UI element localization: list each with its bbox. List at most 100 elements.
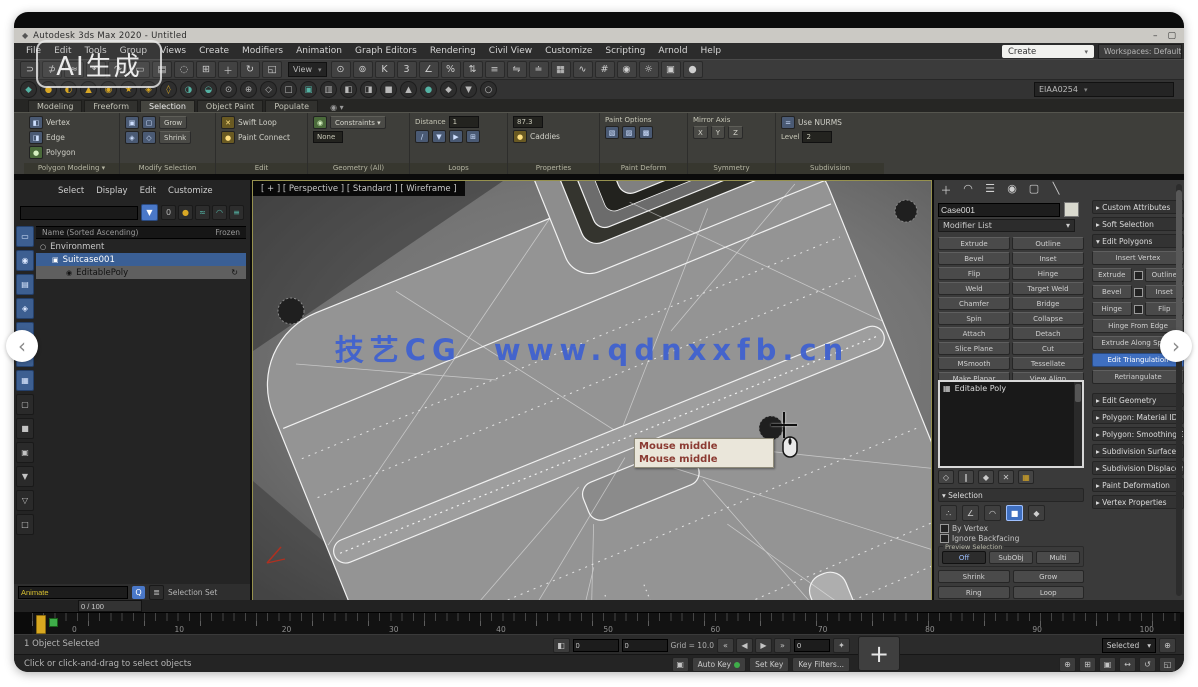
distance-field[interactable]: 1 xyxy=(449,116,479,128)
layer-explorer-icon[interactable]: ▦ xyxy=(551,61,571,78)
tool-button[interactable]: Bevel xyxy=(938,252,1010,265)
menu-item[interactable]: Create xyxy=(199,46,229,56)
ribbon-tab[interactable]: Populate xyxy=(265,100,318,112)
explorer-menu-item[interactable]: Customize xyxy=(168,186,213,196)
paint-connect-icon[interactable]: ● xyxy=(221,131,235,144)
polygon-mode-icon[interactable]: ● xyxy=(29,146,43,159)
menu-item[interactable]: Views xyxy=(160,46,186,56)
spinner-snap-icon[interactable]: ⇅ xyxy=(463,61,483,78)
vertex-icon[interactable]: ∴ xyxy=(940,505,957,521)
workspaces-dropdown[interactable]: Workspaces: Default xyxy=(1098,44,1182,59)
ribbon-minimize-icon[interactable]: ◉ ▾ xyxy=(330,103,344,112)
settings-checkbox[interactable] xyxy=(1134,271,1143,280)
explorer-tool-icon[interactable]: ▢ xyxy=(16,394,34,415)
edit-poly-button[interactable]: Extrude xyxy=(1092,268,1132,282)
ribbon-label[interactable]: Edge xyxy=(46,133,65,142)
slice-icon[interactable]: / xyxy=(415,130,429,143)
select-and-rotate-icon[interactable]: ↻ xyxy=(240,61,260,78)
toolbar-icon[interactable]: ◆ xyxy=(440,81,457,98)
explorer-menu-item[interactable]: Display xyxy=(96,186,127,196)
previous-frame-icon[interactable]: ◀ xyxy=(736,638,753,653)
viewport-label[interactable]: [ + ] [ Perspective ] [ Standard ] [ Wir… xyxy=(253,181,465,196)
flow-icon[interactable]: ▼ xyxy=(432,130,446,143)
panel-scrollbar[interactable] xyxy=(1176,184,1182,596)
toolbar-icon[interactable]: ⊙ xyxy=(220,81,237,98)
coordinate-field-y[interactable] xyxy=(622,639,668,652)
toolbar-icon[interactable]: ■ xyxy=(380,81,397,98)
rollout-header[interactable]: ▸ Custom Attributes xyxy=(1092,200,1184,214)
explorer-tool-icon[interactable]: ▣ xyxy=(16,442,34,463)
ribbon-label[interactable]: Vertex xyxy=(46,118,70,127)
paint-push-icon[interactable]: ▧ xyxy=(605,126,619,139)
curve-editor-icon[interactable]: ∿ xyxy=(573,61,593,78)
make-unique-icon[interactable]: ◆ xyxy=(978,470,994,484)
toolbar-icon[interactable]: ⊕ xyxy=(240,81,257,98)
selection-button[interactable]: Loop xyxy=(1013,586,1085,599)
settings-checkbox[interactable] xyxy=(1134,305,1143,314)
auto-key-button[interactable]: Auto Key xyxy=(692,657,746,672)
tool-button[interactable]: Outline xyxy=(1012,237,1084,250)
tool-button[interactable]: Weld xyxy=(938,282,1010,295)
tool-button[interactable]: Hinge xyxy=(1012,267,1084,280)
snap-toggle-icon[interactable]: 3 xyxy=(397,61,417,78)
carousel-next-button[interactable]: › xyxy=(1160,330,1192,362)
explorer-tool-icon[interactable]: ▼ xyxy=(16,466,34,487)
rollout-header[interactable]: ▸ Vertex Properties xyxy=(1092,495,1184,509)
tool-button[interactable]: Detach xyxy=(1012,327,1084,340)
tool-button[interactable]: Flip xyxy=(938,267,1010,280)
edit-poly-button[interactable]: Bevel xyxy=(1092,285,1132,299)
render-icon[interactable]: ● xyxy=(683,61,703,78)
list-item[interactable]: ◉ EditablePoly ↻ xyxy=(36,266,246,279)
preview-option-button[interactable]: Off xyxy=(942,551,986,564)
zoom-extents-icon[interactable]: ▣ xyxy=(1099,657,1116,672)
paint-relax-icon[interactable]: ▨ xyxy=(622,126,636,139)
pin-stack-icon[interactable]: ◇ xyxy=(938,470,954,484)
paint-revert-icon[interactable]: ▩ xyxy=(639,126,653,139)
settings-checkbox[interactable] xyxy=(1134,288,1143,297)
menu-item[interactable]: Help xyxy=(701,46,722,56)
select-and-move-icon[interactable]: ＋ xyxy=(218,61,238,78)
checkbox[interactable] xyxy=(940,534,949,543)
mini-listener-field[interactable] xyxy=(18,586,128,599)
carousel-prev-button[interactable]: ‹ xyxy=(6,330,38,362)
zoom-icon[interactable]: ⊕ xyxy=(1059,657,1076,672)
object-color-swatch[interactable] xyxy=(1064,202,1079,217)
mirror-z-button[interactable]: Z xyxy=(728,126,743,139)
insert-icon[interactable]: ▶ xyxy=(449,130,463,143)
loop-icon[interactable]: ◈ xyxy=(125,131,139,144)
rollout-header[interactable]: ▸ Subdivision Surface xyxy=(1092,444,1184,458)
tool-button[interactable]: Chamfer xyxy=(938,297,1010,310)
list-item[interactable]: ▣ Suitcase001 xyxy=(36,253,246,266)
toolbar-icon[interactable]: ● xyxy=(420,81,437,98)
ribbon-tab[interactable]: Freeform xyxy=(84,100,138,112)
tool-button[interactable]: Bridge xyxy=(1012,297,1084,310)
explorer-tool-icon[interactable]: ◉ xyxy=(16,250,34,271)
toolbar-icon[interactable]: ◧ xyxy=(340,81,357,98)
edit-named-selections-icon[interactable]: ≡ xyxy=(485,61,505,78)
explorer-tool-icon[interactable]: ▽ xyxy=(16,490,34,511)
properties-field[interactable]: 87.3 xyxy=(513,116,543,128)
menu-item[interactable]: Scripting xyxy=(605,46,645,56)
filter-list-icon[interactable]: ≡ xyxy=(229,205,244,220)
pan-icon[interactable]: ↔ xyxy=(1119,657,1136,672)
node-badge-icon[interactable]: ↻ xyxy=(231,268,238,277)
angle-snap-icon[interactable]: ∠ xyxy=(419,61,439,78)
explorer-menu-item[interactable]: Select xyxy=(58,186,84,196)
frame-counter-field[interactable] xyxy=(78,600,142,612)
use-nurms-label[interactable]: Use NURMS xyxy=(798,118,842,127)
tool-button[interactable]: Target Weld xyxy=(1012,282,1084,295)
mirror-y-button[interactable]: Y xyxy=(711,126,725,139)
toolbar-icon[interactable]: ◨ xyxy=(360,81,377,98)
tool-button[interactable]: MSmooth xyxy=(938,357,1010,370)
grid-icon[interactable]: ⊞ xyxy=(466,130,480,143)
keyboard-override-icon[interactable]: K xyxy=(375,61,395,78)
filter-zero-icon[interactable]: 0 xyxy=(161,205,176,220)
object-name-field[interactable] xyxy=(938,203,1060,217)
modifier-stack[interactable]: ▦ Editable Poly xyxy=(938,380,1084,468)
render-preset-field[interactable]: EIAA0254▾ xyxy=(1034,82,1174,97)
selected-filter-dropdown[interactable]: Selected▾ xyxy=(1102,638,1156,653)
timeline-ruler[interactable]: 0102030405060708090100 xyxy=(32,612,1180,636)
zoom-magnifier-icon[interactable]: ⊕ xyxy=(1159,638,1176,653)
ribbon-tab[interactable]: Selection xyxy=(140,100,195,112)
search-icon[interactable]: Q xyxy=(132,586,145,599)
